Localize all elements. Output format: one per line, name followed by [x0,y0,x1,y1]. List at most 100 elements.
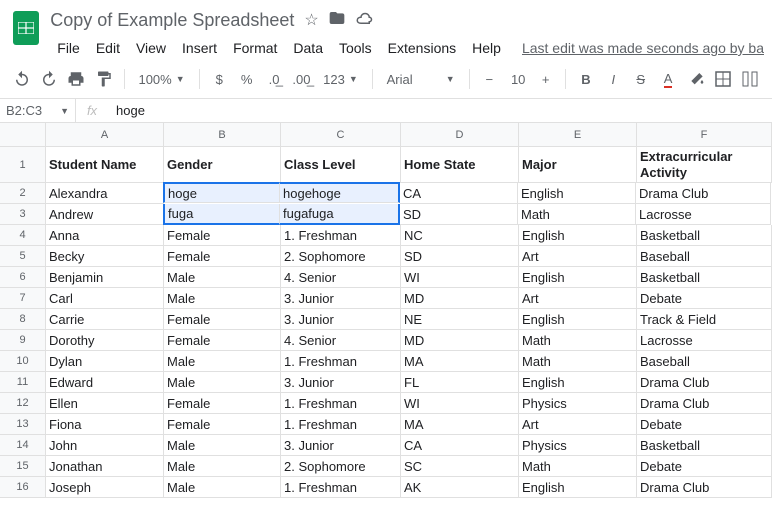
cell[interactable]: Art [519,414,637,435]
cell[interactable]: Male [164,477,281,498]
row-header[interactable]: 10 [0,351,46,372]
cell[interactable]: English [519,309,637,330]
cell[interactable]: Drama Club [637,477,772,498]
cell[interactable]: FL [401,372,519,393]
menu-edit[interactable]: Edit [89,36,127,60]
cell[interactable]: Physics [519,435,637,456]
cell[interactable]: Carrie [46,309,164,330]
print-button[interactable] [65,66,88,92]
percent-button[interactable]: % [235,66,258,92]
col-header[interactable]: C [281,123,401,147]
cell[interactable]: Debate [637,288,772,309]
cell[interactable]: Drama Club [637,393,772,414]
menu-extensions[interactable]: Extensions [381,36,463,60]
cell[interactable]: 1. Freshman [281,225,401,246]
cell[interactable]: Edward [46,372,164,393]
cell[interactable]: CA [400,183,518,204]
cell[interactable]: SC [401,456,519,477]
menu-tools[interactable]: Tools [332,36,379,60]
cell[interactable]: NC [401,225,519,246]
cell[interactable]: Art [519,246,637,267]
cell[interactable]: Benjamin [46,267,164,288]
cell[interactable]: NE [401,309,519,330]
cell[interactable]: Female [164,225,281,246]
cell[interactable]: Female [164,393,281,414]
row-header[interactable]: 12 [0,393,46,414]
zoom-dropdown[interactable]: 100%▼ [132,66,190,92]
cell[interactable]: Male [164,372,281,393]
cell[interactable]: Anna [46,225,164,246]
col-header[interactable]: B [164,123,281,147]
row-header[interactable]: 11 [0,372,46,393]
header-cell[interactable]: Gender [164,147,281,183]
cell[interactable]: 1. Freshman [281,393,401,414]
cell[interactable]: 4. Senior [281,267,401,288]
menu-insert[interactable]: Insert [175,36,224,60]
strikethrough-button[interactable]: S [629,66,652,92]
cell[interactable]: CA [401,435,519,456]
col-header[interactable]: D [401,123,519,147]
col-header[interactable]: A [46,123,164,147]
font-dropdown[interactable]: Arial▼ [381,66,461,92]
cell[interactable]: English [518,183,636,204]
row-header[interactable]: 7 [0,288,46,309]
cell[interactable]: hogehoge [280,182,400,203]
cell[interactable]: Female [164,246,281,267]
font-size-input[interactable]: 10 [505,66,530,92]
cell[interactable]: Male [164,267,281,288]
row-header[interactable]: 15 [0,456,46,477]
row-header[interactable]: 3 [0,204,46,225]
cell[interactable]: Drama Club [637,372,772,393]
cell[interactable]: Track & Field [637,309,772,330]
cell[interactable]: Math [519,456,637,477]
cell[interactable]: Andrew [46,204,164,225]
cell[interactable]: Male [164,351,281,372]
last-edit-link[interactable]: Last edit was made seconds ago by ba [522,40,764,56]
cell[interactable]: Female [164,330,281,351]
col-header[interactable]: F [637,123,772,147]
italic-button[interactable]: I [602,66,625,92]
cell[interactable]: Baseball [637,351,772,372]
row-header[interactable]: 8 [0,309,46,330]
menu-data[interactable]: Data [286,36,330,60]
header-cell[interactable]: Major [519,147,637,183]
col-header[interactable]: E [519,123,637,147]
cell[interactable]: fugafuga [280,204,400,225]
cell[interactable]: MD [401,288,519,309]
bold-button[interactable]: B [574,66,597,92]
select-all-corner[interactable] [0,123,46,147]
cell[interactable]: fuga [163,204,280,225]
header-cell[interactable]: Student Name [46,147,164,183]
decrease-font-button[interactable]: − [478,66,501,92]
doc-title[interactable]: Copy of Example Spreadsheet [50,10,294,31]
row-header[interactable]: 14 [0,435,46,456]
cell[interactable]: WI [401,267,519,288]
cell[interactable]: 1. Freshman [281,477,401,498]
cell[interactable]: Joseph [46,477,164,498]
borders-button[interactable] [711,66,734,92]
number-format-dropdown[interactable]: 123▼ [317,66,364,92]
cell[interactable]: Dorothy [46,330,164,351]
cell[interactable]: Fiona [46,414,164,435]
cell[interactable]: Debate [637,456,772,477]
cell[interactable]: 2. Sophomore [281,456,401,477]
menu-file[interactable]: File [50,36,87,60]
cell[interactable]: Basketball [637,225,772,246]
cell[interactable]: Carl [46,288,164,309]
cell[interactable]: Lacrosse [637,330,772,351]
cell[interactable]: Art [519,288,637,309]
row-header[interactable]: 2 [0,183,46,204]
cell[interactable]: English [519,372,637,393]
cell[interactable]: Lacrosse [636,204,771,225]
cell[interactable]: 3. Junior [281,435,401,456]
cell[interactable]: John [46,435,164,456]
cell[interactable]: Math [519,351,637,372]
cell[interactable]: SD [400,204,518,225]
row-header[interactable]: 1 [0,147,46,183]
cloud-icon[interactable] [355,11,373,30]
cell[interactable]: Male [164,456,281,477]
cell[interactable]: English [519,477,637,498]
star-icon[interactable]: ☆ [304,10,318,30]
row-header[interactable]: 13 [0,414,46,435]
cell[interactable]: 2. Sophomore [281,246,401,267]
